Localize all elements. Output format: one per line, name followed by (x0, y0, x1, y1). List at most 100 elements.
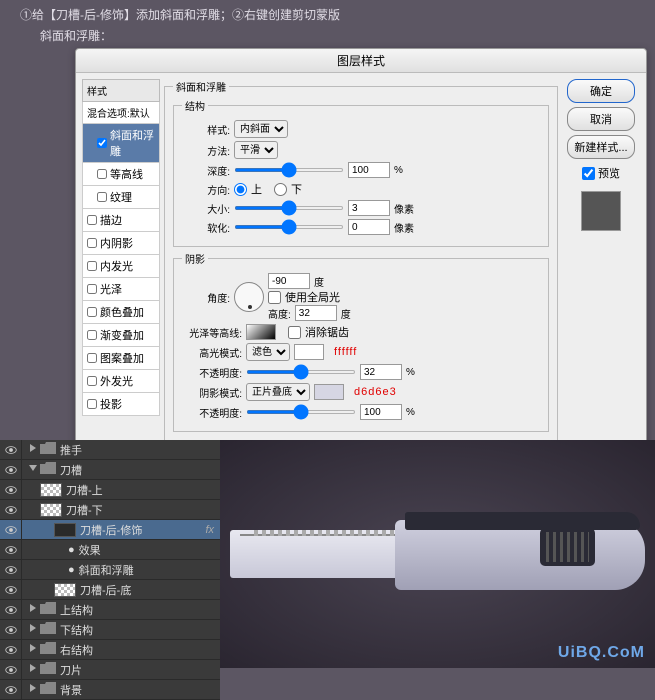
style-item-3[interactable]: 描边 (82, 209, 160, 232)
fold-icon[interactable] (26, 643, 40, 656)
gloss-contour-picker[interactable] (246, 324, 276, 340)
style-checkbox[interactable] (97, 192, 107, 202)
style-item-9[interactable]: 图案叠加 (82, 347, 160, 370)
layer-thumb (54, 523, 76, 537)
style-checkbox[interactable] (87, 399, 97, 409)
style-item-2[interactable]: 纹理 (82, 186, 160, 209)
style-item-5[interactable]: 内发光 (82, 255, 160, 278)
method-select[interactable]: 平滑 (234, 141, 278, 159)
visibility-icon[interactable] (0, 480, 22, 499)
fold-icon[interactable] (26, 683, 40, 696)
visibility-icon[interactable] (0, 500, 22, 519)
preview-checkbox[interactable] (582, 167, 595, 180)
style-item-8[interactable]: 渐变叠加 (82, 324, 160, 347)
layer-row[interactable]: 刀槽-后-底 (0, 580, 220, 600)
angle-input[interactable] (268, 273, 310, 289)
layer-thumb (40, 503, 62, 517)
layer-row[interactable]: 上结构 (0, 600, 220, 620)
layer-style-dialog: 图层样式 样式 混合选项:默认 斜面和浮雕等高线纹理描边内阴影内发光光泽颜色叠加… (75, 48, 647, 456)
style-checkbox[interactable] (87, 353, 97, 363)
highlight-opacity-slider[interactable] (246, 370, 356, 374)
visibility-icon[interactable] (0, 620, 22, 639)
style-label: 等高线 (110, 166, 143, 182)
visibility-icon[interactable] (0, 600, 22, 619)
style-checkbox[interactable] (87, 330, 97, 340)
fold-icon[interactable] (26, 463, 40, 476)
depth-slider[interactable] (234, 168, 344, 172)
highlight-mode-select[interactable]: 滤色 (246, 343, 290, 361)
soften-label: 软化: (182, 220, 230, 235)
knife-top-rail (405, 512, 640, 530)
fold-icon[interactable] (26, 603, 40, 616)
layer-row[interactable]: 背景 (0, 680, 220, 700)
ok-button[interactable]: 确定 (567, 79, 635, 103)
highlight-opacity-input[interactable] (360, 364, 402, 380)
antialias-checkbox[interactable] (288, 326, 301, 339)
highlight-color-swatch[interactable] (294, 344, 324, 360)
style-checkbox[interactable] (87, 215, 97, 225)
size-input[interactable] (348, 200, 390, 216)
shadow-color-swatch[interactable] (314, 384, 344, 400)
angle-dial[interactable] (234, 282, 264, 312)
visibility-icon[interactable] (0, 540, 22, 559)
visibility-icon[interactable] (0, 440, 22, 459)
layer-row[interactable]: 刀槽-上 (0, 480, 220, 500)
soften-slider[interactable] (234, 225, 344, 229)
folder-icon (40, 642, 56, 657)
visibility-icon[interactable] (0, 520, 22, 539)
depth-label: 深度: (182, 163, 230, 178)
blend-options-item[interactable]: 混合选项:默认 (82, 102, 160, 124)
style-item-7[interactable]: 颜色叠加 (82, 301, 160, 324)
soften-input[interactable] (348, 219, 390, 235)
altitude-input[interactable] (295, 305, 337, 321)
style-checkbox[interactable] (87, 261, 97, 271)
cancel-button[interactable]: 取消 (567, 107, 635, 131)
visibility-icon[interactable] (0, 680, 22, 699)
layer-row[interactable]: 刀槽-下 (0, 500, 220, 520)
fold-icon[interactable] (26, 623, 40, 636)
layer-row[interactable]: 推手 (0, 440, 220, 460)
layer-row[interactable]: 刀槽 (0, 460, 220, 480)
style-item-11[interactable]: 投影 (82, 393, 160, 416)
visibility-icon[interactable] (0, 580, 22, 599)
fx-indicator[interactable]: fx (205, 524, 220, 536)
shadow-opacity-slider[interactable] (246, 410, 356, 414)
style-item-0[interactable]: 斜面和浮雕 (82, 124, 160, 163)
layer-name: 右结构 (60, 642, 93, 658)
layer-row[interactable]: 右结构 (0, 640, 220, 660)
shadow-opacity-input[interactable] (360, 404, 402, 420)
size-slider[interactable] (234, 206, 344, 210)
style-item-10[interactable]: 外发光 (82, 370, 160, 393)
fold-icon[interactable] (26, 663, 40, 676)
visibility-icon[interactable] (0, 460, 22, 479)
global-light-checkbox[interactable] (268, 291, 281, 304)
visibility-icon[interactable] (0, 660, 22, 679)
style-checkbox[interactable] (97, 169, 107, 179)
preview-label: 预览 (598, 165, 620, 181)
style-item-4[interactable]: 内阴影 (82, 232, 160, 255)
style-select[interactable]: 内斜面 (234, 120, 288, 138)
layer-row[interactable]: 刀片 (0, 660, 220, 680)
style-item-6[interactable]: 光泽 (82, 278, 160, 301)
layer-row[interactable]: 刀槽-后-修饰fx (0, 520, 220, 540)
layer-name: 刀槽-上 (66, 482, 103, 498)
style-item-1[interactable]: 等高线 (82, 163, 160, 186)
style-checkbox[interactable] (87, 284, 97, 294)
style-checkbox[interactable] (87, 307, 97, 317)
layer-row[interactable]: 下结构 (0, 620, 220, 640)
dir-down-radio[interactable] (274, 183, 287, 196)
layer-row[interactable]: ●效果 (0, 540, 220, 560)
layer-row[interactable]: ●斜面和浮雕 (0, 560, 220, 580)
angle-unit: 度 (314, 274, 324, 289)
style-checkbox[interactable] (87, 238, 97, 248)
visibility-icon[interactable] (0, 640, 22, 659)
style-checkbox[interactable] (87, 376, 97, 386)
style-checkbox[interactable] (97, 138, 107, 148)
new-style-button[interactable]: 新建样式... (567, 135, 635, 159)
dir-up-radio[interactable] (234, 183, 247, 196)
style-label: 描边 (100, 212, 122, 228)
visibility-icon[interactable] (0, 560, 22, 579)
fold-icon[interactable] (26, 443, 40, 456)
shadow-mode-select[interactable]: 正片叠底 (246, 383, 310, 401)
depth-input[interactable] (348, 162, 390, 178)
